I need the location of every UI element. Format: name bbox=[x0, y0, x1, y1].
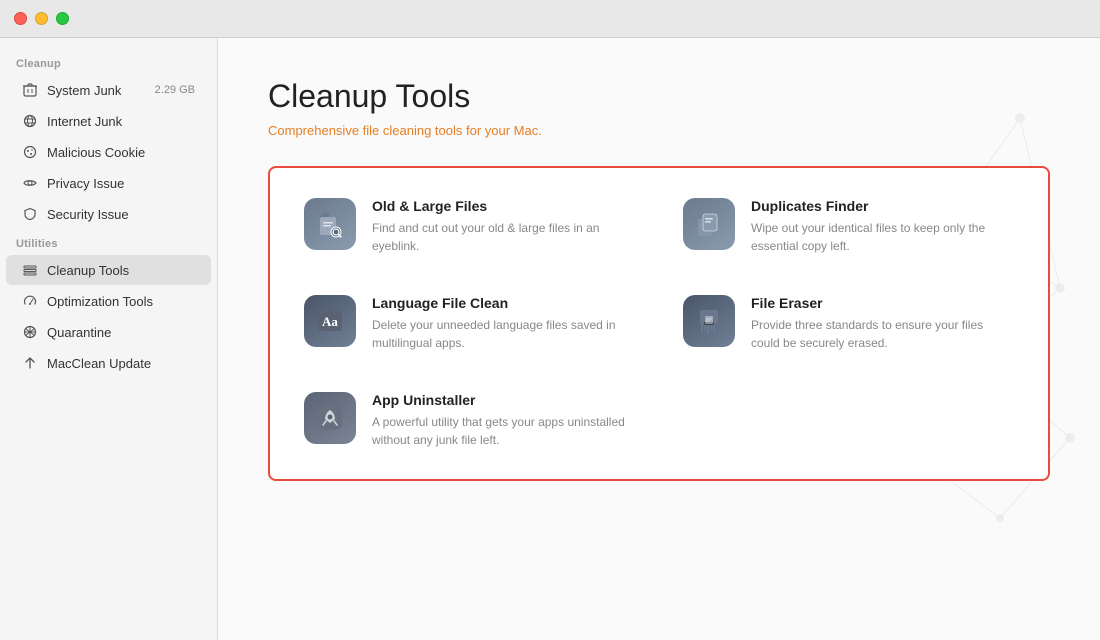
language-file-clean-info: Language File Clean Delete your unneeded… bbox=[372, 295, 635, 352]
security-issue-label: Security Issue bbox=[47, 207, 195, 222]
privacy-issue-label: Privacy Issue bbox=[47, 176, 195, 191]
quarantine-icon bbox=[22, 324, 38, 340]
globe-icon bbox=[22, 113, 38, 129]
sidebar-item-internet-junk[interactable]: Internet Junk bbox=[6, 106, 211, 136]
system-junk-badge: 2.29 GB bbox=[155, 84, 195, 96]
malicious-cookie-label: Malicious Cookie bbox=[47, 145, 195, 160]
system-junk-label: System Junk bbox=[47, 83, 146, 98]
tool-card-app-uninstaller[interactable]: App Uninstaller A powerful utility that … bbox=[280, 372, 659, 469]
tools-container: Old & Large Files Find and cut out your … bbox=[268, 166, 1050, 481]
app-uninstaller-info: App Uninstaller A powerful utility that … bbox=[372, 392, 635, 449]
sidebar-item-privacy-issue[interactable]: Privacy Issue bbox=[6, 168, 211, 198]
file-eraser-icon bbox=[683, 295, 735, 347]
file-eraser-desc: Provide three standards to ensure your f… bbox=[751, 316, 1014, 352]
svg-text:Aa: Aa bbox=[322, 314, 338, 329]
page-subtitle: Comprehensive file cleaning tools for yo… bbox=[268, 123, 1050, 138]
internet-junk-label: Internet Junk bbox=[47, 114, 195, 129]
tool-card-file-eraser[interactable]: File Eraser Provide three standards to e… bbox=[659, 275, 1038, 372]
sidebar-item-cleanup-tools[interactable]: Cleanup Tools bbox=[6, 255, 211, 285]
app-uninstaller-icon bbox=[304, 392, 356, 444]
gauge-icon bbox=[22, 293, 38, 309]
tool-card-old-large-files[interactable]: Old & Large Files Find and cut out your … bbox=[280, 178, 659, 275]
sidebar: Cleanup System Junk 2.29 GB bbox=[0, 38, 218, 640]
empty-cell bbox=[659, 372, 1038, 469]
duplicates-finder-desc: Wipe out your identical files to keep on… bbox=[751, 219, 1014, 255]
old-large-files-icon bbox=[304, 198, 356, 250]
macclean-update-label: MacClean Update bbox=[47, 356, 195, 371]
utilities-section-label: Utilities bbox=[0, 230, 217, 254]
language-file-clean-desc: Delete your unneeded language files save… bbox=[372, 316, 635, 352]
cookie-icon bbox=[22, 144, 38, 160]
duplicates-finder-info: Duplicates Finder Wipe out your identica… bbox=[751, 198, 1014, 255]
tool-card-duplicates-finder[interactable]: Duplicates Finder Wipe out your identica… bbox=[659, 178, 1038, 275]
language-file-clean-icon: Aa bbox=[304, 295, 356, 347]
app-body: Cleanup System Junk 2.29 GB bbox=[0, 38, 1100, 640]
close-button[interactable] bbox=[14, 12, 27, 25]
main-content: Cleanup Tools Comprehensive file cleanin… bbox=[218, 38, 1100, 640]
old-large-files-name: Old & Large Files bbox=[372, 198, 635, 214]
cleanup-section-label: Cleanup bbox=[0, 50, 217, 74]
app-uninstaller-desc: A powerful utility that gets your apps u… bbox=[372, 413, 635, 449]
optimization-tools-label: Optimization Tools bbox=[47, 294, 195, 309]
sidebar-item-malicious-cookie[interactable]: Malicious Cookie bbox=[6, 137, 211, 167]
old-large-files-info: Old & Large Files Find and cut out your … bbox=[372, 198, 635, 255]
app-uninstaller-name: App Uninstaller bbox=[372, 392, 635, 408]
maximize-button[interactable] bbox=[56, 12, 69, 25]
sidebar-item-system-junk[interactable]: System Junk 2.29 GB bbox=[6, 75, 211, 105]
minimize-button[interactable] bbox=[35, 12, 48, 25]
titlebar bbox=[0, 0, 1100, 38]
trash-icon bbox=[22, 82, 38, 98]
sidebar-item-optimization-tools[interactable]: Optimization Tools bbox=[6, 286, 211, 316]
sidebar-item-security-issue[interactable]: Security Issue bbox=[6, 199, 211, 229]
old-large-files-desc: Find and cut out your old & large files … bbox=[372, 219, 635, 255]
file-eraser-name: File Eraser bbox=[751, 295, 1014, 311]
file-eraser-info: File Eraser Provide three standards to e… bbox=[751, 295, 1014, 352]
sidebar-item-macclean-update[interactable]: MacClean Update bbox=[6, 348, 211, 378]
sidebar-item-quarantine[interactable]: Quarantine bbox=[6, 317, 211, 347]
quarantine-label: Quarantine bbox=[47, 325, 195, 340]
tools-icon bbox=[22, 262, 38, 278]
arrow-up-icon bbox=[22, 355, 38, 371]
duplicates-finder-name: Duplicates Finder bbox=[751, 198, 1014, 214]
language-file-clean-name: Language File Clean bbox=[372, 295, 635, 311]
shield-icon bbox=[22, 206, 38, 222]
tool-card-language-file-clean[interactable]: Aa Language File Clean Delete your unnee… bbox=[280, 275, 659, 372]
cleanup-tools-label: Cleanup Tools bbox=[47, 263, 195, 278]
eye-icon bbox=[22, 175, 38, 191]
duplicates-finder-icon bbox=[683, 198, 735, 250]
page-title: Cleanup Tools bbox=[268, 78, 1050, 115]
